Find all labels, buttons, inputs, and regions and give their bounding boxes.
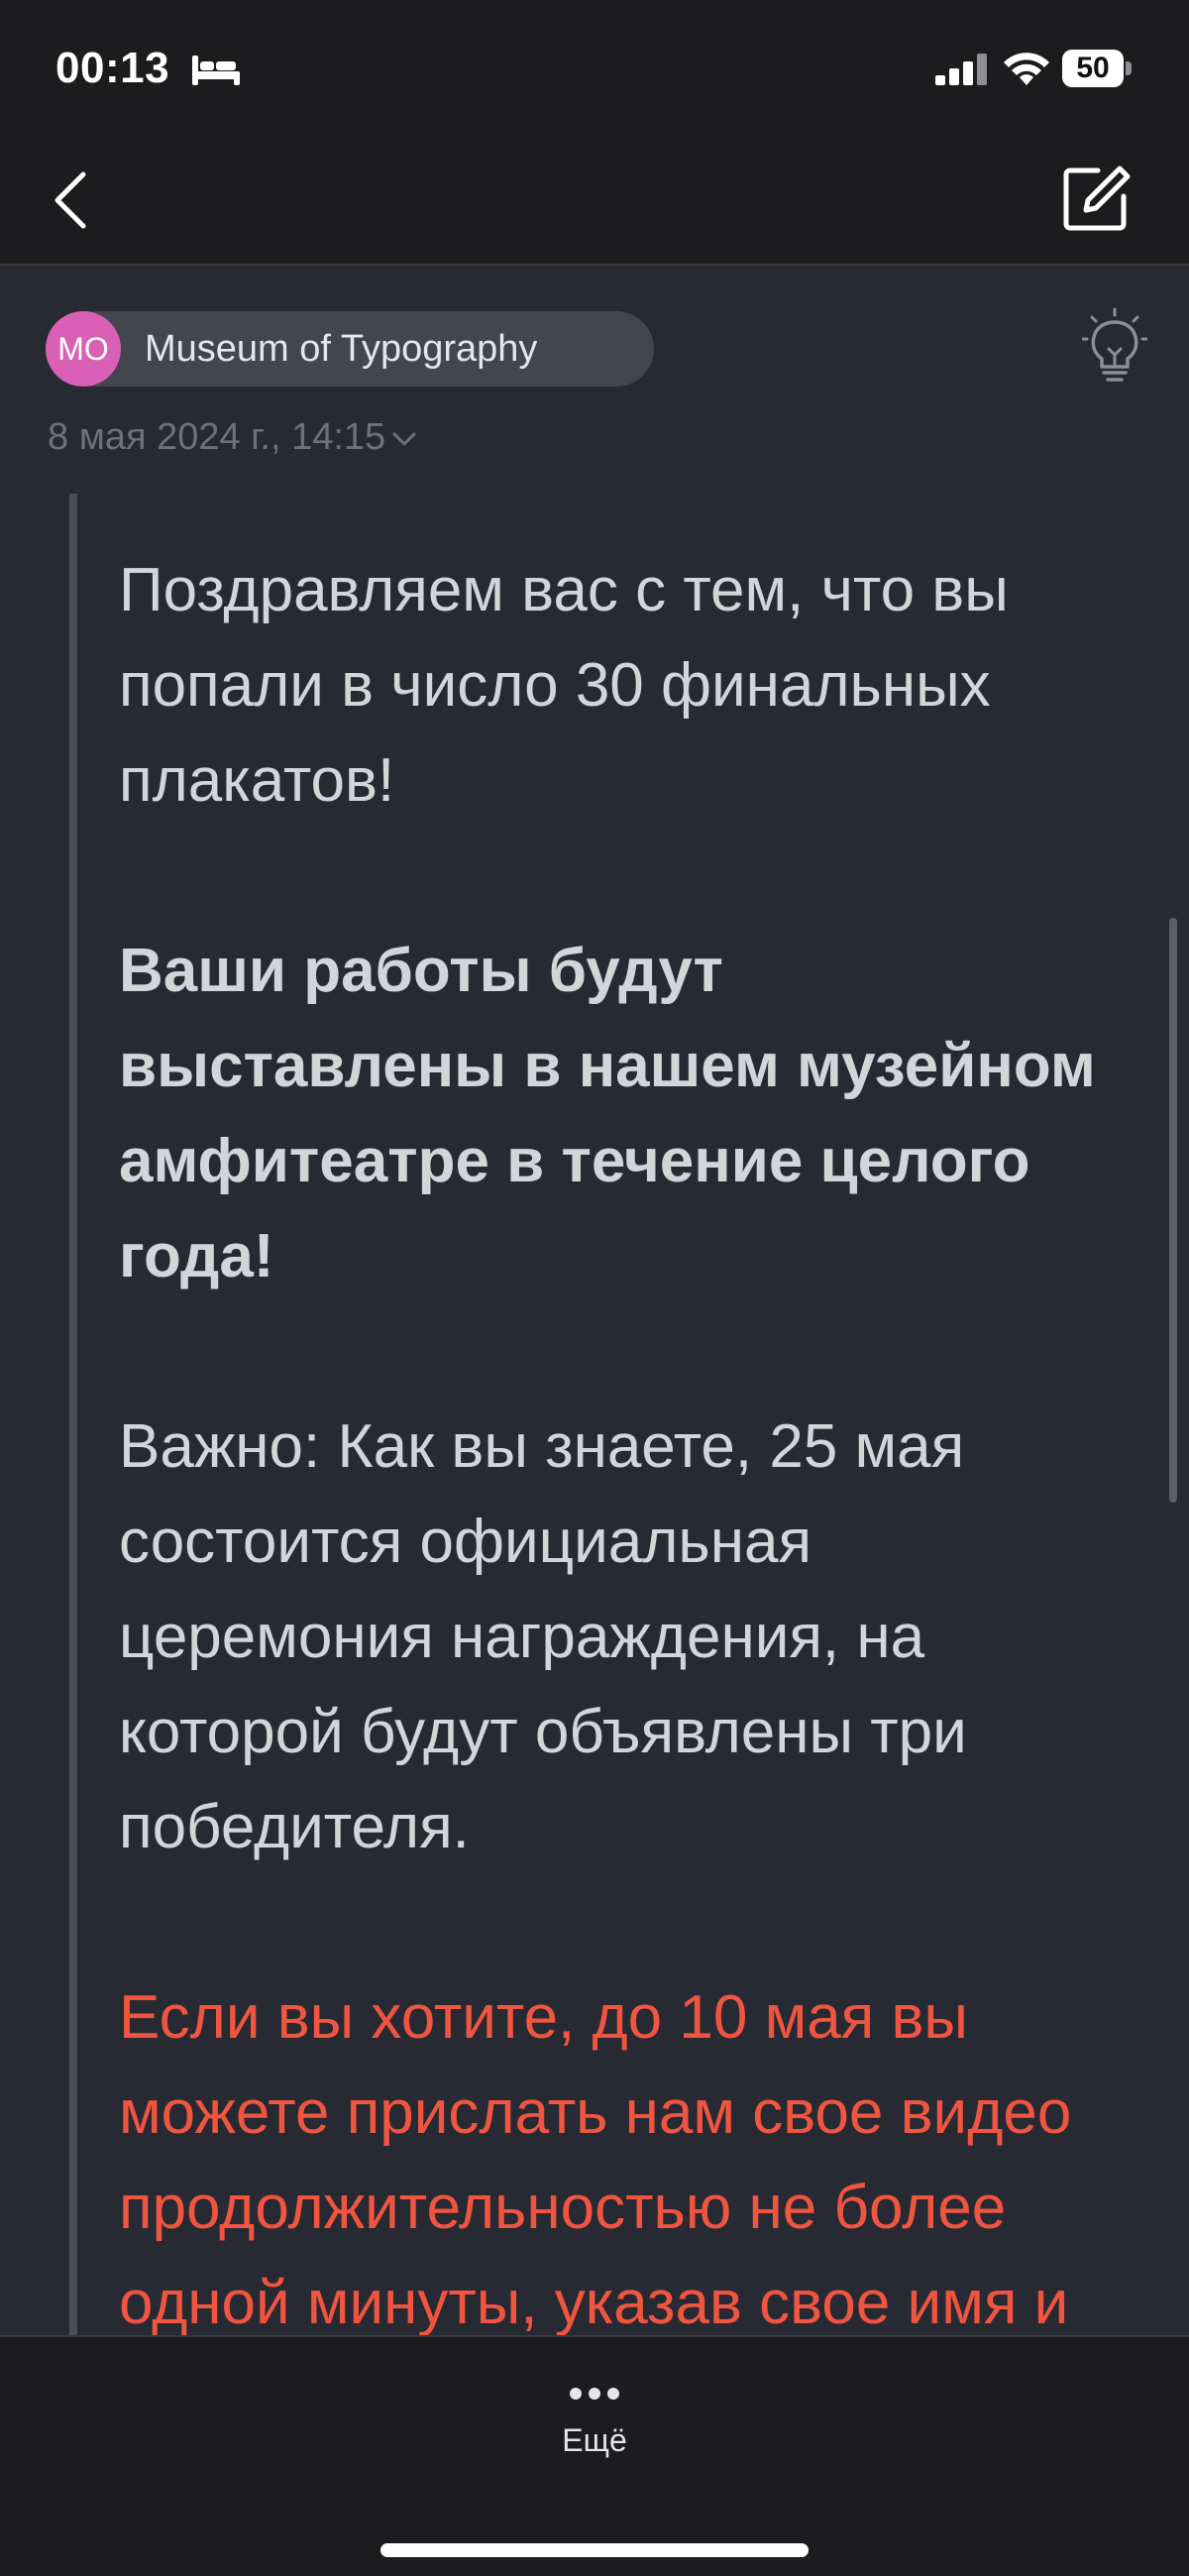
more-label: Ещё — [562, 2422, 627, 2458]
message-body: Поздравляем вас с тем, что вы попали в ч… — [119, 543, 1110, 2541]
chevron-down-icon — [392, 432, 416, 446]
date-text: 8 мая 2024 г., 14:15 — [48, 416, 386, 458]
wifi-icon — [1004, 53, 1049, 85]
scrollbar[interactable] — [1169, 918, 1177, 1503]
avatar: MO — [46, 311, 121, 387]
bed-icon — [192, 56, 240, 85]
battery-tip — [1126, 61, 1132, 75]
sender-name: Museum of Typography — [145, 328, 538, 370]
compose-icon[interactable] — [1060, 163, 1132, 234]
signal-icon — [935, 54, 987, 85]
home-indicator[interactable] — [380, 2543, 809, 2557]
battery-icon: 50 — [1062, 50, 1132, 87]
message-date[interactable]: 8 мая 2024 г., 14:15 — [48, 416, 417, 459]
paragraph-congrats: Поздравляем вас с тем, что вы попали в ч… — [119, 556, 1009, 815]
quote-bar — [69, 494, 77, 2337]
sender-chip[interactable]: MO Museum of Typography — [46, 311, 654, 387]
status-time: 00:13 — [55, 44, 170, 92]
lightbulb-icon[interactable] — [1082, 307, 1147, 389]
battery-level: 50 — [1062, 50, 1124, 87]
chevron-left-icon[interactable] — [50, 168, 93, 232]
more-button[interactable]: Ещё — [535, 2377, 654, 2476]
more-dots-icon — [570, 2388, 619, 2400]
top-header: 00:13 50 — [0, 0, 1189, 266]
bottom-toolbar: Ещё — [0, 2335, 1189, 2576]
paragraph-exhibition: Ваши работы будут выставлены в нашем муз… — [119, 937, 1096, 1290]
paragraph-important: Важно: Как вы знаете, 25 мая состоится о… — [119, 1412, 967, 1861]
